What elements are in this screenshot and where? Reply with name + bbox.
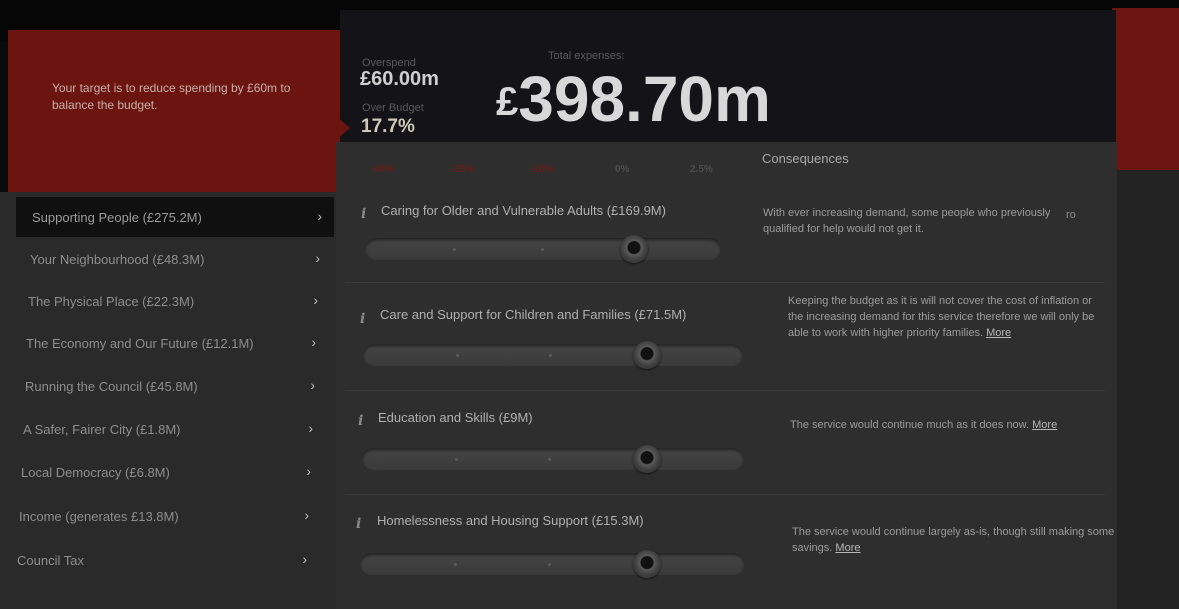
sidebar-item-label: Income (generates £13.8M) [19, 508, 179, 524]
sidebar-item-label: The Economy and Our Future (£12.1M) [26, 335, 254, 351]
scale-tick-minus-25: -25% [451, 164, 475, 175]
total-amount: 398.70m [518, 63, 771, 135]
chevron-right-icon: › [304, 507, 309, 523]
total-expenses-label: Total expenses: [548, 50, 625, 62]
sidebar-item-income[interactable]: Income (generates £13.8M) › [3, 496, 321, 536]
target-text: Your target is to reduce spending by £60… [52, 81, 291, 112]
chevron-right-icon: › [310, 377, 315, 393]
currency-symbol: £ [496, 80, 519, 124]
overspend-value: £60.00m [360, 68, 439, 90]
chevron-right-icon: › [315, 250, 320, 266]
sidebar-item-local-democracy[interactable]: Local Democracy (£6.8M) › [5, 452, 323, 492]
more-link[interactable]: More [835, 542, 860, 554]
slider-handle[interactable] [633, 550, 661, 578]
slider-homelessness[interactable] [360, 550, 745, 578]
sidebar-item-council-tax[interactable]: Council Tax › [1, 540, 319, 580]
sidebar-item-your-neighbourhood[interactable]: Your Neighbourhood (£48.3M) › [14, 239, 332, 279]
over-budget-label: Over Budget [362, 102, 424, 114]
red-accent-strip [1112, 8, 1179, 173]
chevron-right-icon: › [308, 420, 313, 436]
row-divider [345, 390, 1105, 391]
over-budget-value: 17.7% [361, 116, 415, 137]
chevron-right-icon: › [317, 208, 322, 224]
scale-tick-plus-2-5: 2.5% [690, 164, 713, 175]
scale-tick-minus-40: -40% [371, 164, 395, 175]
slider-tick [548, 458, 551, 461]
sidebar-item-label: Running the Council (£45.8M) [25, 378, 198, 394]
info-icon[interactable]: i [360, 311, 365, 327]
consequence-children: Keeping the budget as it is will not cov… [788, 293, 1108, 341]
info-icon[interactable]: i [356, 516, 361, 532]
chevron-right-icon: › [302, 551, 307, 567]
clipped-text: ro [1066, 209, 1076, 221]
chevron-right-icon: › [313, 292, 318, 308]
chevron-right-icon: › [306, 463, 311, 479]
slider-tick [549, 354, 552, 357]
slider-handle[interactable] [633, 445, 661, 473]
service-title-adults: Caring for Older and Vulnerable Adults (… [381, 203, 666, 218]
sidebar-item-label: Your Neighbourhood (£48.3M) [30, 251, 205, 267]
consequence-education: The service would continue much as it do… [790, 417, 1100, 433]
sidebar-item-safer-fairer-city[interactable]: A Safer, Fairer City (£1.8M) › [7, 409, 325, 449]
sidebar-item-label: Supporting People (£275.2M) [32, 209, 202, 225]
service-title-children: Care and Support for Children and Famili… [380, 307, 687, 322]
service-title-education: Education and Skills (£9M) [378, 410, 533, 425]
right-edge-shade [1117, 170, 1179, 609]
sidebar-item-running-council[interactable]: Running the Council (£45.8M) › [9, 366, 327, 406]
scale-tick-zero: 0% [615, 164, 630, 175]
slider-education[interactable] [362, 445, 744, 473]
slider-tick [541, 248, 544, 251]
slider-adults[interactable] [365, 235, 721, 263]
slider-tick [454, 563, 457, 566]
slider-tick [456, 354, 459, 357]
consequence-adults: With ever increasing demand, some people… [763, 207, 1051, 235]
sidebar-item-label: Council Tax [17, 552, 84, 568]
sidebar-item-economy-future[interactable]: The Economy and Our Future (£12.1M) › [10, 323, 328, 363]
target-panel [8, 30, 344, 200]
slider-handle[interactable] [633, 341, 661, 369]
chevron-right-icon: › [311, 334, 316, 350]
sidebar-item-label: The Physical Place (£22.3M) [28, 293, 195, 309]
sidebar-item-supporting-people[interactable]: Supporting People (£275.2M) › [16, 197, 334, 237]
over-budget-arrow-icon [338, 118, 350, 138]
slider-tick [453, 248, 456, 251]
slider-handle[interactable] [620, 235, 648, 263]
more-link[interactable]: More [986, 327, 1011, 339]
info-icon[interactable]: i [358, 413, 363, 429]
total-expenses-value: £398.70m [496, 62, 771, 136]
consequence-homelessness: The service would continue largely as-is… [792, 524, 1117, 556]
slider-tick [455, 458, 458, 461]
slider-children[interactable] [363, 341, 743, 369]
sidebar-item-label: A Safer, Fairer City (£1.8M) [23, 421, 181, 437]
sidebar-item-label: Local Democracy (£6.8M) [21, 464, 170, 480]
consequence-text: Keeping the budget as it is will not cov… [788, 295, 1095, 339]
consequence-text: The service would continue much as it do… [790, 419, 1030, 431]
row-divider [345, 282, 1105, 283]
service-title-homelessness: Homelessness and Housing Support (£15.3M… [377, 513, 644, 528]
more-link[interactable]: More [1032, 419, 1057, 431]
slider-tick [548, 563, 551, 566]
scale-tick-minus-10: -10% [530, 164, 554, 175]
budget-simulator: Your target is to reduce spending by £60… [0, 0, 1179, 609]
info-icon[interactable]: i [361, 206, 366, 222]
sidebar-item-physical-place[interactable]: The Physical Place (£22.3M) › [12, 281, 330, 321]
consequences-heading: Consequences [762, 151, 849, 166]
row-divider [345, 494, 1105, 495]
